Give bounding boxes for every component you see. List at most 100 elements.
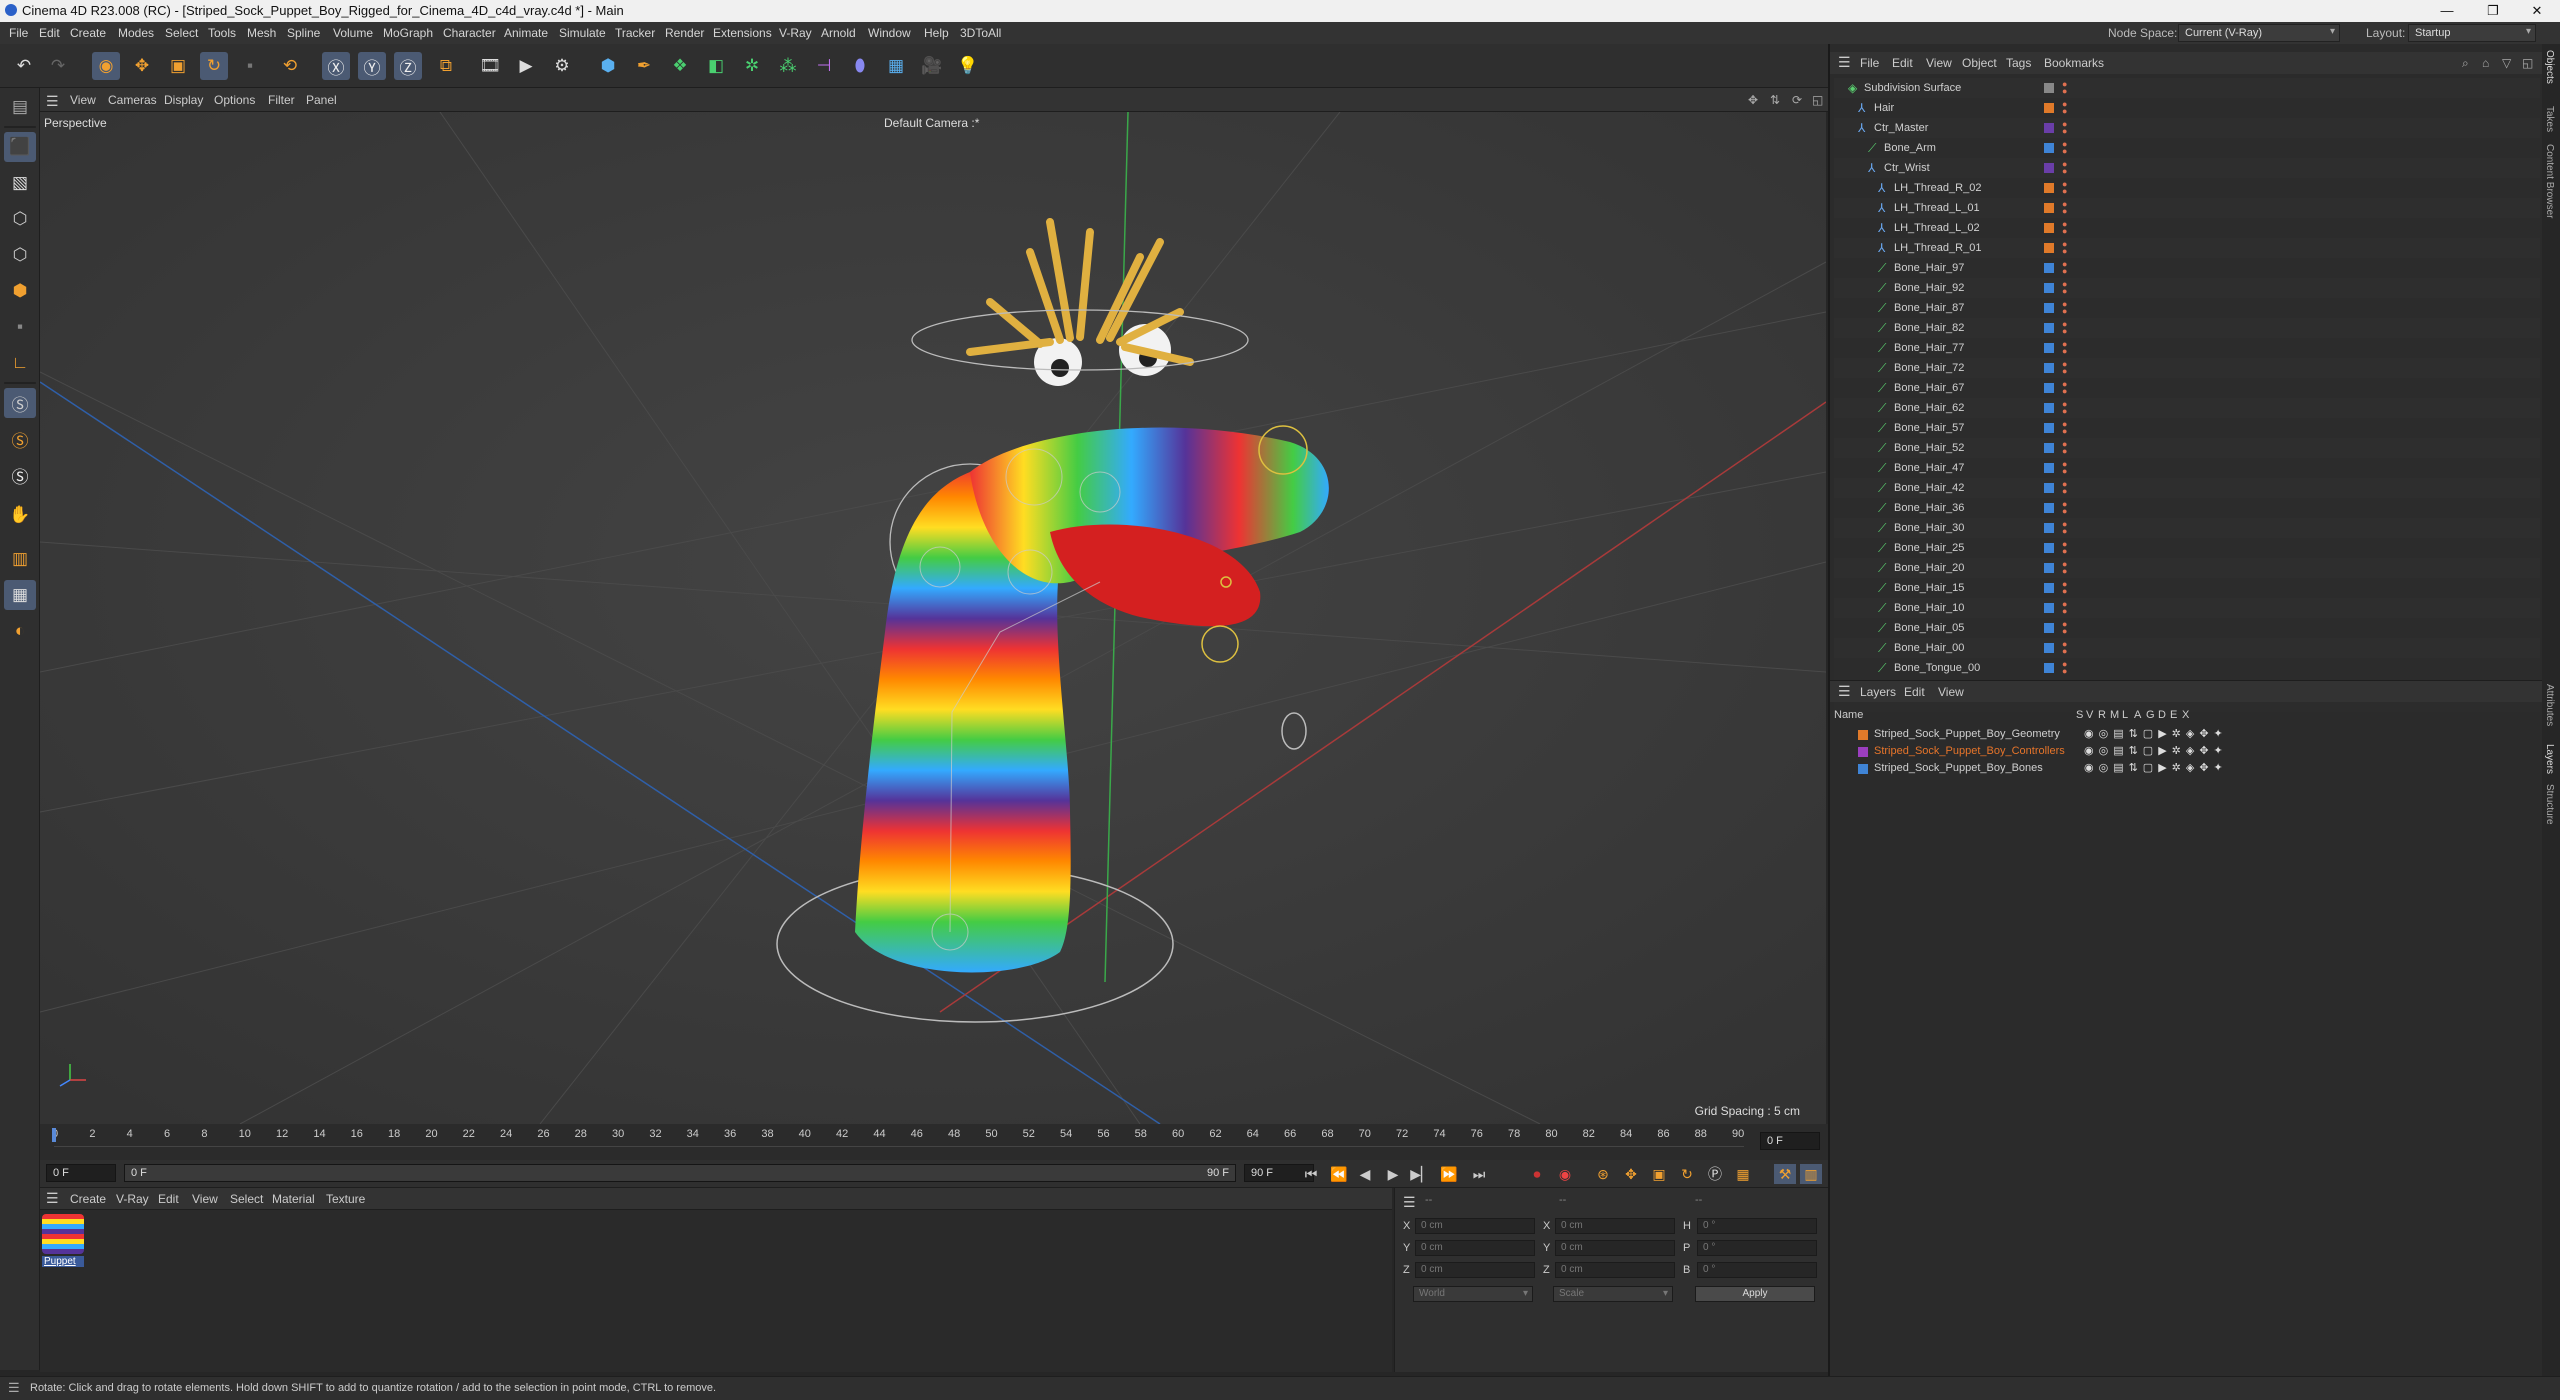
menu-window[interactable]: Window <box>868 26 911 40</box>
viewport-menu-filter[interactable]: Filter <box>268 93 295 107</box>
viewport-camera-label[interactable]: Default Camera :* <box>884 116 979 130</box>
layout-select[interactable]: Startup ▾ <box>2408 24 2536 42</box>
previous-frame-icon[interactable]: ◀ <box>1354 1164 1376 1184</box>
material-swatch[interactable]: Puppet <box>42 1214 84 1270</box>
new-view-icon[interactable]: ◱ <box>2522 56 2533 70</box>
visibility-dots-icon[interactable]: ● ● <box>2062 600 2067 616</box>
object-row[interactable]: ⅄ LH_Thread_R_01 ● ● <box>1834 238 2540 258</box>
object-row[interactable]: ⟋ Bone_Hair_00 ● ● <box>1834 638 2540 658</box>
menu-help[interactable]: Help <box>924 26 949 40</box>
pen-icon[interactable]: ✒ <box>630 52 658 80</box>
menu-character[interactable]: Character <box>443 26 496 40</box>
material-menu-select[interactable]: Select <box>230 1192 263 1206</box>
viewport-menu-view[interactable]: View <box>70 93 96 107</box>
layer-color-swatch[interactable] <box>2044 103 2054 113</box>
rot-b-field[interactable]: 0 ° <box>1697 1262 1817 1278</box>
record-keys-icon[interactable]: ⏺ <box>1526 1164 1548 1184</box>
start-frame-field[interactable]: 0 F <box>46 1164 116 1182</box>
material-menu-view[interactable]: View <box>192 1192 218 1206</box>
next-key-icon[interactable]: ⏩ <box>1438 1164 1460 1184</box>
grid-icon[interactable]: ▦ <box>4 580 36 610</box>
y-axis-lock-icon[interactable]: Ⓨ <box>358 52 386 80</box>
object-row[interactable]: ⅄ LH_Thread_L_02 ● ● <box>1834 218 2540 238</box>
layer-color-swatch[interactable] <box>1858 747 1868 757</box>
object-row[interactable]: ◈ Subdivision Surface ● ● <box>1834 78 2540 98</box>
visibility-dots-icon[interactable]: ● ● <box>2062 260 2067 276</box>
scale-icon[interactable]: ▣ <box>164 52 192 80</box>
visibility-dots-icon[interactable]: ● ● <box>2062 640 2067 656</box>
material-menu-edit[interactable]: Edit <box>158 1192 179 1206</box>
undo-icon[interactable]: ↶ <box>10 52 38 80</box>
polygons-mode-icon[interactable]: ⬢ <box>4 276 36 306</box>
coordinate-system-icon[interactable]: ⟲ <box>276 52 304 80</box>
layer-color-swatch[interactable] <box>2044 623 2054 633</box>
hamburger-icon[interactable]: ☰ <box>8 1380 20 1396</box>
menu-animate[interactable]: Animate <box>504 26 548 40</box>
render-view-icon[interactable]: ▶ <box>512 52 540 80</box>
layer-color-swatch[interactable] <box>2044 263 2054 273</box>
visibility-dots-icon[interactable]: ● ● <box>2062 420 2067 436</box>
viewport-menu-options[interactable]: Options <box>214 93 255 107</box>
minimize-button[interactable]: — <box>2424 0 2470 22</box>
layer-flags-icon[interactable]: ◉◎▤⇅▢▶✲◈✥✦ <box>2084 744 2228 757</box>
key-rotation-icon[interactable]: ↻ <box>1676 1164 1698 1184</box>
visibility-dots-icon[interactable]: ● ● <box>2062 140 2067 156</box>
side-tab-structure[interactable]: Structure <box>2544 784 2555 825</box>
search-icon[interactable]: ⌕ <box>2462 56 2469 71</box>
layer-color-swatch[interactable] <box>2044 243 2054 253</box>
menu-simulate[interactable]: Simulate <box>559 26 606 40</box>
visibility-dots-icon[interactable]: ● ● <box>2062 180 2067 196</box>
hamburger-icon[interactable]: ☰ <box>1403 1194 1416 1211</box>
layer-color-swatch[interactable] <box>2044 303 2054 313</box>
timeline-ruler[interactable]: 0246810121416182022242628303234363840424… <box>40 1124 1828 1160</box>
object-menu-file[interactable]: File <box>1860 56 1879 70</box>
layer-color-swatch[interactable] <box>2044 183 2054 193</box>
layer-menu-view[interactable]: View <box>1938 685 1964 699</box>
object-row[interactable]: ⟋ Bone_Arm ● ● <box>1834 138 2540 158</box>
x-axis-lock-icon[interactable]: Ⓧ <box>322 52 350 80</box>
size-x-field[interactable]: 0 cm <box>1555 1218 1675 1234</box>
layer-color-swatch[interactable] <box>2044 663 2054 673</box>
visibility-dots-icon[interactable]: ● ● <box>2062 100 2067 116</box>
subdivision-icon[interactable]: ❖ <box>666 52 694 80</box>
layer-flags-icon[interactable]: ◉◎▤⇅▢▶✲◈✥✦ <box>2084 761 2228 774</box>
redo-icon[interactable]: ↷ <box>44 52 72 80</box>
key-pla-icon[interactable]: ▦ <box>1732 1164 1754 1184</box>
workplane-icon[interactable]: ▥ <box>4 544 36 574</box>
maximize-view-icon[interactable]: ◱ <box>1812 93 1823 107</box>
menu-create[interactable]: Create <box>70 26 106 40</box>
menu-modes[interactable]: Modes <box>118 26 154 40</box>
object-row[interactable]: ⟋ Bone_Hair_36 ● ● <box>1834 498 2540 518</box>
visibility-dots-icon[interactable]: ● ● <box>2062 300 2067 316</box>
menu-arnold[interactable]: Arnold <box>821 26 856 40</box>
menu-extensions[interactable]: Extensions <box>713 26 772 40</box>
world-coordinates-icon[interactable]: ⧉ <box>432 52 460 80</box>
object-menu-edit[interactable]: Edit <box>1892 56 1913 70</box>
viewport-menu-cameras[interactable]: Cameras <box>108 93 157 107</box>
material-menu-vray[interactable]: V-Ray <box>116 1192 149 1206</box>
visibility-dots-icon[interactable]: ● ● <box>2062 200 2067 216</box>
object-row[interactable]: ⟋ Bone_Tongue_00 ● ● <box>1834 658 2540 678</box>
uv-mode-icon[interactable]: ▪ <box>4 312 36 342</box>
menu-3dtoall[interactable]: 3DToAll <box>960 26 1001 40</box>
visibility-dots-icon[interactable]: ● ● <box>2062 560 2067 576</box>
live-selection-icon[interactable]: ◉ <box>92 52 120 80</box>
rot-p-field[interactable]: 0 ° <box>1697 1240 1817 1256</box>
object-row[interactable]: ⟋ Bone_Hair_15 ● ● <box>1834 578 2540 598</box>
tweak-icon[interactable]: ✋ <box>4 500 36 530</box>
3d-viewport[interactable]: Perspective Default Camera :* Grid Spaci… <box>40 112 1826 1124</box>
layer-color-swatch[interactable] <box>2044 583 2054 593</box>
object-row[interactable]: ⟋ Bone_Hair_97 ● ● <box>1834 258 2540 278</box>
visibility-dots-icon[interactable]: ● ● <box>2062 520 2067 536</box>
side-tab-content-browser[interactable]: Content Browser <box>2544 144 2555 218</box>
menu-render[interactable]: Render <box>665 26 704 40</box>
object-row[interactable]: ⟋ Bone_Hair_52 ● ● <box>1834 438 2540 458</box>
menu-edit[interactable]: Edit <box>39 26 60 40</box>
floor-icon[interactable]: ▦ <box>882 52 910 80</box>
go-to-end-icon[interactable]: ⏭ <box>1468 1164 1490 1184</box>
visibility-dots-icon[interactable]: ● ● <box>2062 620 2067 636</box>
object-row[interactable]: ⟋ Bone_Hair_72 ● ● <box>1834 358 2540 378</box>
node-space-select[interactable]: Current (V-Ray) ▾ <box>2178 24 2340 42</box>
layer-color-swatch[interactable] <box>1858 730 1868 740</box>
render-region-icon[interactable]: 🎞 <box>476 52 504 80</box>
